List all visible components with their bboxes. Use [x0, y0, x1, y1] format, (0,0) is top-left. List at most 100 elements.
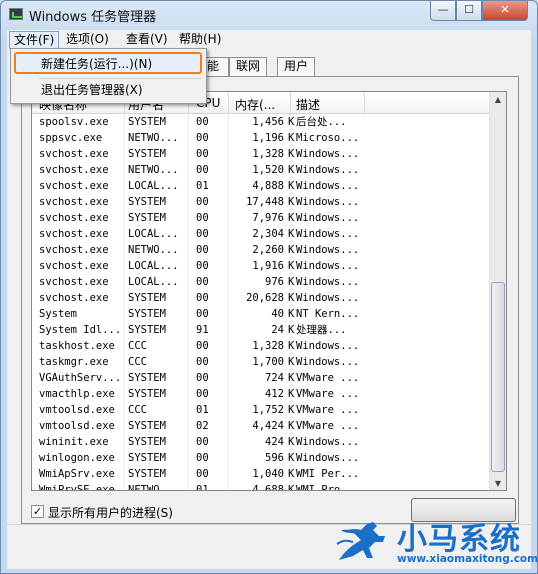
scroll-thumb[interactable]	[491, 282, 505, 472]
table-row[interactable]: svchost.exe LOCAL... 00 1,916 K Windows...	[32, 258, 492, 274]
table-row[interactable]: vmtoolsd.exe CCC 01 1,752 K VMware ...	[32, 402, 492, 418]
table-row[interactable]: taskhost.exe CCC 00 1,328 K Windows...	[32, 338, 492, 354]
cell-cpu: 00	[196, 116, 209, 128]
cell-cpu: 01	[196, 484, 209, 491]
cell-memory: 2,304	[252, 228, 284, 240]
cell-memory: 4,424	[252, 420, 284, 432]
cell-description: Windows...	[296, 356, 360, 368]
cell-user-name: LOCAL...	[128, 276, 179, 288]
cell-image-name: WmiPrvSE.exe	[39, 484, 115, 491]
cell-image-name: svchost.exe	[39, 276, 109, 288]
table-row[interactable]: svchost.exe LOCAL... 01 4,888 K Windows...	[32, 178, 492, 194]
cell-image-name: svchost.exe	[39, 148, 109, 160]
table-row[interactable]: spoolsv.exe SYSTEM 00 1,456 K 后台处...	[32, 114, 492, 130]
cell-memory: 424	[265, 436, 284, 448]
table-row[interactable]: svchost.exe LOCAL... 00 2,304 K Windows...	[32, 226, 492, 242]
brand-url: www.xiaomaxitong.com	[397, 553, 538, 565]
cell-description: Windows...	[296, 180, 360, 192]
menu-file[interactable]: 文件(F)	[9, 31, 60, 49]
cell-cpu: 01	[196, 180, 209, 192]
cell-description: WMI Pro...	[296, 484, 360, 491]
vertical-scrollbar[interactable]: ▲ ▼	[489, 92, 506, 490]
cell-user-name: SYSTEM	[128, 324, 166, 336]
table-row[interactable]: svchost.exe LOCAL... 00 976 K Windows...	[32, 274, 492, 290]
cell-memory: 2,260	[252, 244, 284, 256]
table-row[interactable]: svchost.exe SYSTEM 00 17,448 K Windows...	[32, 194, 492, 210]
table-row[interactable]: vmacthlp.exe SYSTEM 00 412 K VMware ...	[32, 386, 492, 402]
cell-description: Windows...	[296, 244, 360, 256]
close-button[interactable]: ✕	[482, 1, 528, 21]
table-row[interactable]: svchost.exe NETWO... 00 2,260 K Windows...	[32, 242, 492, 258]
cell-memory: 20,628	[246, 292, 284, 304]
cell-description: VMware ...	[296, 420, 360, 432]
show-all-users-checkbox[interactable]: ✓	[31, 505, 44, 518]
menu-item-exit[interactable]: 退出任务管理器(X)	[14, 80, 202, 102]
table-row[interactable]: sppsvc.exe NETWO... 00 1,196 K Microso...	[32, 130, 492, 146]
table-row[interactable]: vmtoolsd.exe SYSTEM 02 4,424 K VMware ...	[32, 418, 492, 434]
table-row[interactable]: svchost.exe NETWO... 00 1,520 K Windows...	[32, 162, 492, 178]
cell-memory: 1,196	[252, 132, 284, 144]
cell-user-name: LOCAL...	[128, 228, 179, 240]
cell-memory: 1,752	[252, 404, 284, 416]
column-divider[interactable]	[290, 92, 291, 114]
table-row[interactable]: WmiApSrv.exe SYSTEM 00 1,040 K WMI Per...	[32, 466, 492, 482]
cell-memory: 1,520	[252, 164, 284, 176]
show-all-users-label[interactable]: 显示所有用户的进程(S)	[48, 504, 173, 521]
cell-cpu: 00	[196, 340, 209, 352]
process-rows: spoolsv.exe SYSTEM 00 1,456 K 后台处... sppsvc.ex…	[32, 114, 492, 491]
cell-description: Windows...	[296, 452, 360, 464]
table-row[interactable]: svchost.exe SYSTEM 00 1,328 K Windows...	[32, 146, 492, 162]
menu-view[interactable]: 查看(V)	[122, 31, 172, 49]
maximize-button[interactable]: ☐	[456, 1, 482, 21]
scroll-down-arrow-icon[interactable]: ▼	[490, 476, 506, 490]
table-row[interactable]: svchost.exe SYSTEM 00 20,628 K Windows...	[32, 290, 492, 306]
cell-description: Windows...	[296, 436, 360, 448]
table-row[interactable]: WmiPrvSE.exe NETWO... 01 4,688 K WMI Pro...	[32, 482, 492, 491]
menu-separator	[39, 78, 202, 79]
cell-description: Windows...	[296, 164, 360, 176]
cell-image-name: svchost.exe	[39, 228, 109, 240]
cell-description: NT Kern...	[296, 308, 360, 320]
cell-memory: 4,688	[252, 484, 284, 491]
cell-image-name: System Idl...	[39, 324, 122, 336]
table-row[interactable]: System Idl... SYSTEM 91 24 K 处理器...	[32, 322, 492, 338]
cell-image-name: svchost.exe	[39, 180, 109, 192]
tab-network[interactable]: 联网	[229, 57, 268, 76]
cell-user-name: NETWO...	[128, 132, 179, 144]
cell-user-name: SYSTEM	[128, 388, 166, 400]
cell-description: Windows...	[296, 212, 360, 224]
minimize-button[interactable]: —	[430, 1, 456, 21]
cell-cpu: 00	[196, 308, 209, 320]
table-row[interactable]: winlogon.exe SYSTEM 00 596 K Windows...	[32, 450, 492, 466]
site-watermark: 小马系统 www.xiaomaxitong.com	[329, 506, 538, 572]
column-header-description[interactable]: 描述	[296, 96, 320, 113]
column-divider[interactable]	[364, 92, 365, 114]
column-divider[interactable]	[228, 92, 229, 114]
cell-description: Windows...	[296, 292, 360, 304]
scroll-up-arrow-icon[interactable]: ▲	[490, 92, 506, 108]
table-row[interactable]: taskmgr.exe CCC 00 1,700 K Windows...	[32, 354, 492, 370]
cell-image-name: svchost.exe	[39, 260, 109, 272]
process-list[interactable]: 映像名称 用户名 CPU 内存(... 描述 spoolsv.exe SYSTEM…	[31, 91, 507, 491]
task-manager-icon	[9, 8, 23, 20]
table-row[interactable]: svchost.exe SYSTEM 00 7,976 K Windows...	[32, 210, 492, 226]
cell-memory: 24	[271, 324, 284, 336]
cell-user-name: CCC	[128, 356, 147, 368]
table-row[interactable]: System SYSTEM 00 40 K NT Kern...	[32, 306, 492, 322]
table-row[interactable]: wininit.exe SYSTEM 00 424 K Windows...	[32, 434, 492, 450]
cell-user-name: LOCAL...	[128, 180, 179, 192]
title-bar[interactable]: Windows 任务管理器 — ☐ ✕	[1, 1, 537, 29]
cell-memory: 40	[271, 308, 284, 320]
cell-cpu: 00	[196, 436, 209, 448]
cell-user-name: SYSTEM	[128, 372, 166, 384]
cell-cpu: 00	[196, 276, 209, 288]
cell-memory: 1,700	[252, 356, 284, 368]
table-row[interactable]: VGAuthServ... SYSTEM 00 724 K VMware ...	[32, 370, 492, 386]
menu-options[interactable]: 选项(O)	[62, 31, 113, 49]
tab-users[interactable]: 用户	[277, 57, 316, 76]
cell-user-name: SYSTEM	[128, 116, 166, 128]
cell-description: Windows...	[296, 196, 360, 208]
menu-item-new-task[interactable]: 新建任务(运行...)(N)	[14, 52, 202, 74]
column-header-memory[interactable]: 内存(...	[235, 96, 275, 113]
menu-help[interactable]: 帮助(H)	[175, 31, 225, 49]
